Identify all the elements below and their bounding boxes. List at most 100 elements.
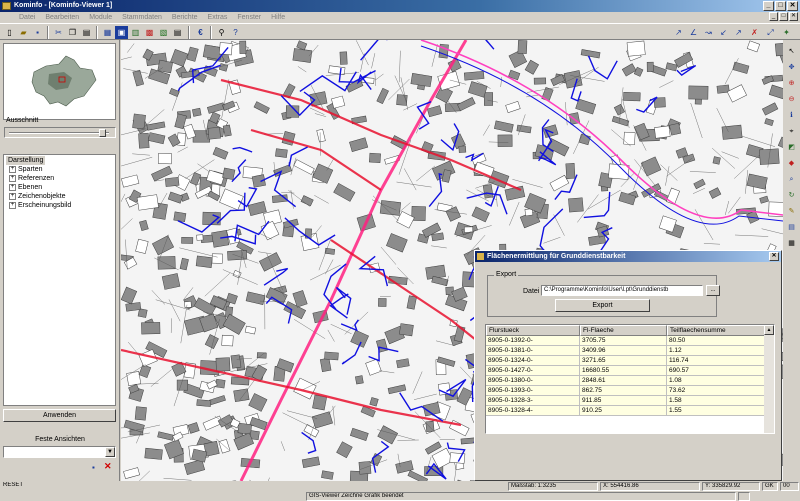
- zoom-out-icon[interactable]: ⊖: [785, 94, 798, 106]
- info-icon[interactable]: ℹ: [785, 110, 798, 122]
- table-row[interactable]: 8905-0-1328-3- 911.85 1.58: [486, 396, 774, 406]
- zoom-slider[interactable]: [4, 127, 116, 138]
- expand-icon[interactable]: +: [9, 183, 16, 191]
- file-path-input[interactable]: C:\Programme\Kominfo\User\l.pt\Grunddien…: [541, 285, 703, 296]
- table-row[interactable]: 8905-0-1381-0- 3409.96 1.12: [486, 346, 774, 356]
- column-header[interactable]: Fl-Flaeche: [580, 325, 667, 336]
- status-y: Y: 335829.92: [702, 482, 760, 491]
- table-cell: 116.74: [667, 356, 765, 365]
- expand-icon[interactable]: +: [9, 165, 16, 173]
- pan-icon[interactable]: ✥: [785, 62, 798, 74]
- table-row[interactable]: 8905-0-1380-0- 2848.61 1.08: [486, 376, 774, 386]
- close-button[interactable]: ✕: [787, 1, 798, 11]
- pin-icon[interactable]: ⚲: [215, 26, 228, 39]
- mdi-close-button[interactable]: ✕: [789, 12, 798, 21]
- chevron-down-icon[interactable]: ▼: [105, 447, 115, 457]
- help-icon[interactable]: ?: [229, 26, 242, 39]
- expand-icon[interactable]: +: [9, 174, 16, 182]
- mdi-minimize-button[interactable]: _: [769, 12, 778, 21]
- table-row[interactable]: 8905-0-1392-0- 3705.75 80.50: [486, 336, 774, 346]
- right-toolbar: ↖ ✥ ⊕ ⊖ ℹ ⌖ ◩ ◆ ⌕ ↻ ✎ ▤ ▦: [783, 40, 800, 481]
- menu-hilfe[interactable]: Hilfe: [266, 12, 290, 23]
- print-map-icon[interactable]: ▦: [785, 238, 798, 250]
- draw-curve-icon[interactable]: ↝: [702, 26, 715, 39]
- edit-vertex-icon[interactable]: ⤢: [764, 26, 777, 39]
- tree-item-referenzen[interactable]: + Referenzen: [6, 174, 113, 183]
- layers-icon[interactable]: ▥: [129, 26, 142, 39]
- delete-object-icon[interactable]: ✗: [748, 26, 761, 39]
- draw-measure-icon[interactable]: ↗: [732, 26, 745, 39]
- export-button[interactable]: Export: [555, 299, 650, 312]
- copy-icon[interactable]: ❐: [66, 26, 79, 39]
- table-cell: 16680.55: [580, 366, 667, 375]
- column-header[interactable]: Flurstueck: [486, 325, 580, 336]
- list-icon[interactable]: ▤: [171, 26, 184, 39]
- expand-icon[interactable]: +: [9, 192, 16, 200]
- draw-point-icon[interactable]: ↙: [717, 26, 730, 39]
- column-header[interactable]: Teilflaechensumme: [667, 325, 765, 336]
- table-icon[interactable]: ▩: [143, 26, 156, 39]
- mdi-restore-button[interactable]: □: [779, 12, 788, 21]
- menu-bearbeiten[interactable]: Bearbeiten: [40, 12, 84, 23]
- open-folder-icon[interactable]: ▰: [17, 26, 30, 39]
- scroll-up-icon[interactable]: ▲: [764, 325, 774, 335]
- tree-item-zeichenobjekte[interactable]: + Zeichenobjekte: [6, 192, 113, 201]
- select-arrow-icon[interactable]: ↖: [785, 46, 798, 58]
- label-icon[interactable]: ✎: [785, 206, 798, 218]
- grid-icon[interactable]: ▧: [157, 26, 170, 39]
- section-label: Ausschnitt: [6, 117, 39, 124]
- tree-item-sparten[interactable]: + Sparten: [6, 165, 113, 174]
- dialog-close-button[interactable]: ✕: [769, 252, 779, 261]
- table-row[interactable]: 8905-0-1393-0- 862.75 73.62: [486, 386, 774, 396]
- fixed-views-select[interactable]: ▼: [3, 446, 116, 458]
- layer-icon[interactable]: ▤: [785, 222, 798, 234]
- zoom-in-icon[interactable]: ⊕: [785, 78, 798, 90]
- new-file-icon[interactable]: ▯: [3, 26, 16, 39]
- menu-berichte[interactable]: Berichte: [167, 12, 203, 23]
- draw-angle-icon[interactable]: ∠: [687, 26, 700, 39]
- browse-button[interactable]: ...: [706, 285, 720, 296]
- map-view-icon[interactable]: ▣: [115, 26, 128, 39]
- status-gk: GK: [762, 482, 778, 491]
- highlight-icon[interactable]: ◆: [785, 158, 798, 170]
- euro-icon[interactable]: €: [194, 26, 207, 39]
- menu-fenster[interactable]: Fenster: [232, 12, 266, 23]
- menu-datei[interactable]: Datei: [14, 12, 40, 23]
- table-cell: 73.62: [667, 386, 765, 395]
- print-icon[interactable]: ▦: [101, 26, 114, 39]
- menu-extras[interactable]: Extras: [203, 12, 233, 23]
- expand-icon[interactable]: +: [9, 201, 16, 209]
- fixed-views-label: Feste Ansichten: [35, 436, 85, 443]
- zoom-slider-thumb[interactable]: [99, 129, 106, 137]
- tree-root-darstellung[interactable]: Darstellung: [6, 156, 46, 165]
- edit-shape-icon[interactable]: ✦: [780, 26, 793, 39]
- draw-line-icon[interactable]: ↗: [672, 26, 685, 39]
- table-row[interactable]: 8905-0-1324-0- 3271.65 116.74: [486, 356, 774, 366]
- save-icon[interactable]: ▪: [31, 26, 44, 39]
- title-bar: Kominfo - [Kominfo-Viewer 1] _ □ ✕: [0, 0, 800, 12]
- area-icon[interactable]: ◩: [785, 142, 798, 154]
- table-row[interactable]: 8905-0-1427-0- 16680.55 690.57: [486, 366, 774, 376]
- app-icon: [2, 2, 11, 10]
- save-view-icon[interactable]: ▪: [92, 463, 95, 472]
- overview-map[interactable]: [3, 43, 116, 120]
- refresh-icon[interactable]: ↻: [785, 190, 798, 202]
- table-row[interactable]: 8905-0-1328-4- 910.25 1.55: [486, 406, 774, 416]
- table-cell: 8905-0-1328-3-: [486, 396, 580, 405]
- tree-item-ebenen[interactable]: + Ebenen: [6, 183, 113, 192]
- table-cell: 8905-0-1381-0-: [486, 346, 580, 355]
- search-icon[interactable]: ⌕: [785, 174, 798, 186]
- menu-stammdaten[interactable]: Stammdaten: [117, 12, 167, 23]
- paste-icon[interactable]: ▤: [80, 26, 93, 39]
- maximize-button[interactable]: □: [775, 1, 786, 11]
- cut-icon[interactable]: ✂: [52, 26, 65, 39]
- menu-module[interactable]: Module: [84, 12, 117, 23]
- table-scrollbar[interactable]: ▲: [764, 325, 774, 433]
- status-scale: Maßstab: 1:3235: [508, 482, 598, 491]
- minimize-button[interactable]: _: [763, 1, 774, 11]
- table-cell: 911.85: [580, 396, 667, 405]
- tree-item-erscheinungsbild[interactable]: + Erscheinungsbild: [6, 201, 113, 210]
- measure-icon[interactable]: ⌖: [785, 126, 798, 138]
- delete-view-icon[interactable]: ✕: [104, 461, 112, 472]
- apply-button[interactable]: Anwenden: [3, 409, 116, 422]
